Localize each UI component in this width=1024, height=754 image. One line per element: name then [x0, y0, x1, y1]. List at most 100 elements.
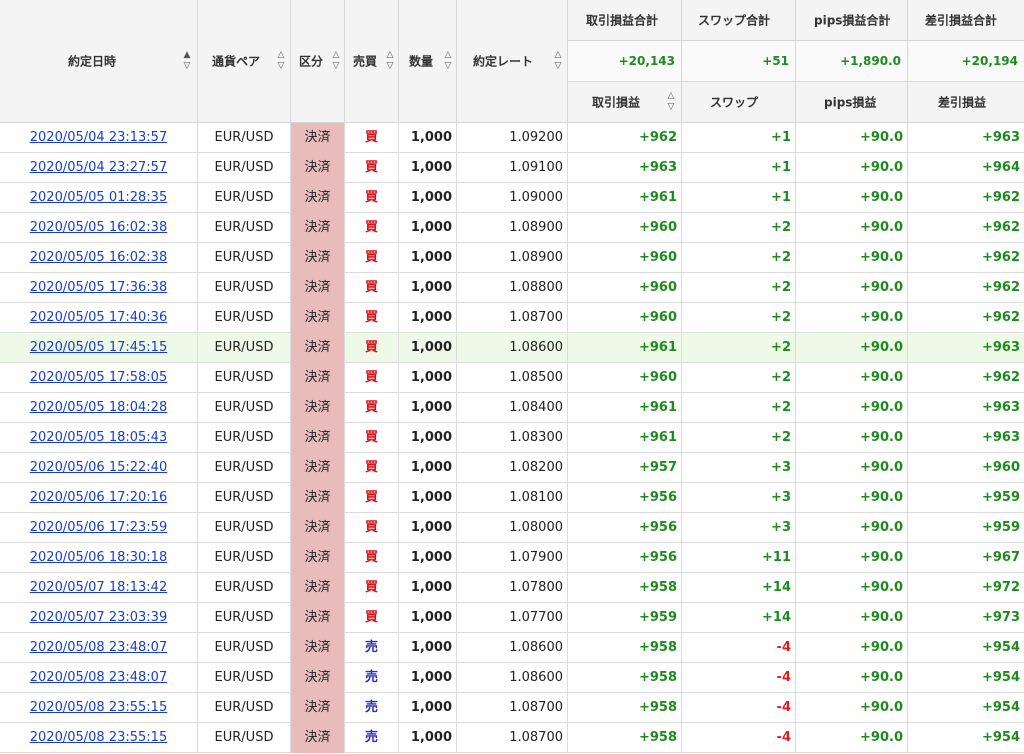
cell-net: +973	[981, 610, 1020, 625]
sort-desc-icon: ▽	[332, 61, 340, 71]
cell-net: +963	[981, 130, 1020, 145]
column-header-pair[interactable]: 通貨ペア △ ▽	[198, 0, 291, 123]
trade-date-link[interactable]: 2020/05/05 17:40:36	[30, 310, 167, 325]
cell-date: 2020/05/08 23:55:15	[0, 723, 198, 753]
cell-pair: EUR/USD	[198, 423, 291, 453]
trade-date-link[interactable]: 2020/05/06 18:30:18	[30, 550, 167, 565]
trade-date-link[interactable]: 2020/05/05 18:04:28	[30, 400, 167, 415]
table-row[interactable]: 2020/05/05 17:58:05 EUR/USD 決済買 1,000 1.0850…	[0, 363, 1024, 393]
table-row[interactable]: 2020/05/08 23:48:07 EUR/USD 決済売 1,000 1.0860…	[0, 663, 1024, 693]
table-row[interactable]: 2020/05/04 23:13:57 EUR/USD 決済買 1,000 1.0920…	[0, 123, 1024, 153]
table-row[interactable]: 2020/05/07 23:03:39 EUR/USD 決済買 1,000 1.0770…	[0, 603, 1024, 633]
cell-pl: +956	[568, 513, 682, 543]
trade-date-link[interactable]: 2020/05/04 23:27:57	[30, 160, 167, 175]
sort-asc-icon: △	[277, 50, 285, 60]
column-header-qty[interactable]: 数量 △ ▽	[399, 0, 457, 123]
table-row[interactable]: 2020/05/05 16:02:38 EUR/USD 決済買 1,000 1.0890…	[0, 243, 1024, 273]
cell-kubun: 決済	[291, 303, 345, 333]
trade-date-link[interactable]: 2020/05/06 17:20:16	[30, 490, 167, 505]
cell-kubun: 決済	[291, 213, 345, 243]
column-header-date-label: 約定日時	[68, 54, 117, 69]
table-row[interactable]: 2020/05/06 15:22:40 EUR/USD 決済買 1,000 1.0820…	[0, 453, 1024, 483]
trade-date-link[interactable]: 2020/05/05 16:02:38	[30, 220, 167, 235]
table-row[interactable]: 2020/05/06 18:30:18 EUR/USD 決済買 1,000 1.0790…	[0, 543, 1024, 573]
cell-kubun: 決済	[291, 603, 345, 633]
total-swap-value-cell: +51	[682, 41, 796, 82]
table-row[interactable]: 2020/05/07 18:13:42 EUR/USD 決済買 1,000 1.0780…	[0, 573, 1024, 603]
sort-toggle-qty[interactable]: △ ▽	[443, 50, 453, 72]
cell-kubun: 決済	[291, 333, 345, 363]
trade-date-link[interactable]: 2020/05/05 17:58:05	[30, 370, 167, 385]
cell-date: 2020/05/05 18:04:28	[0, 393, 198, 423]
sort-toggle-date[interactable]: ▲ ▽	[182, 50, 192, 72]
cell-rate: 1.09100	[457, 153, 568, 183]
cell-pl: +960	[568, 303, 682, 333]
cell-side: 買	[345, 243, 399, 273]
cell-swap: +1	[682, 123, 796, 153]
table-row[interactable]: 2020/05/08 23:55:15 EUR/USD 決済売 1,000 1.0870…	[0, 693, 1024, 723]
trade-date-link[interactable]: 2020/05/05 18:05:43	[30, 430, 167, 445]
cell-net: +962	[981, 250, 1020, 265]
table-row[interactable]: 2020/05/06 17:23:59 EUR/USD 決済買 1,000 1.0800…	[0, 513, 1024, 543]
cell-pips: +90.0	[796, 303, 908, 333]
trade-date-link[interactable]: 2020/05/05 17:36:38	[30, 280, 167, 295]
table-row[interactable]: 2020/05/04 23:27:57 EUR/USD 決済買 1,000 1.0910…	[0, 153, 1024, 183]
column-header-rate[interactable]: 約定レート △ ▽	[457, 0, 568, 123]
trade-date-link[interactable]: 2020/05/08 23:55:15	[30, 730, 167, 745]
column-header-side[interactable]: 売買 △ ▽	[345, 0, 399, 123]
cell-net: +967	[981, 550, 1020, 565]
cell-swap: +11	[682, 543, 796, 573]
table-row[interactable]: 2020/05/05 17:45:15 EUR/USD 決済買 1,000 1.0860…	[0, 333, 1024, 363]
cell-swap: +1	[682, 153, 796, 183]
cell-pips: +90.0	[796, 363, 908, 393]
cell-rate: 1.08000	[457, 513, 568, 543]
cell-pips: +90.0	[796, 333, 908, 363]
sort-toggle-side[interactable]: △ ▽	[385, 50, 395, 72]
cell-pair: EUR/USD	[198, 453, 291, 483]
sort-asc-icon: △	[667, 91, 675, 101]
cell-kubun: 決済	[291, 393, 345, 423]
sort-toggle-kubun[interactable]: △ ▽	[331, 50, 341, 72]
column-header-date[interactable]: 約定日時 ▲ ▽	[0, 0, 198, 123]
sort-toggle-pair[interactable]: △ ▽	[276, 50, 286, 72]
total-pl-value: +20,143	[618, 54, 675, 68]
sort-toggle-pl[interactable]: △ ▽	[666, 91, 676, 113]
table-row[interactable]: 2020/05/05 01:28:35 EUR/USD 決済買 1,000 1.0900…	[0, 183, 1024, 213]
cell-rate: 1.07900	[457, 543, 568, 573]
trade-date-link[interactable]: 2020/05/06 17:23:59	[30, 520, 167, 535]
cell-swap: +2	[682, 363, 796, 393]
table-row[interactable]: 2020/05/08 23:55:15 EUR/USD 決済売 1,000 1.0870…	[0, 723, 1024, 753]
column-header-kubun[interactable]: 区分 △ ▽	[291, 0, 345, 123]
trade-date-link[interactable]: 2020/05/08 23:48:07	[30, 640, 167, 655]
sort-toggle-rate[interactable]: △ ▽	[553, 50, 563, 72]
trade-date-link[interactable]: 2020/05/08 23:48:07	[30, 670, 167, 685]
table-row[interactable]: 2020/05/05 18:04:28 EUR/USD 決済買 1,000 1.0840…	[0, 393, 1024, 423]
cell-net: +963	[981, 430, 1020, 445]
cell-date: 2020/05/05 18:05:43	[0, 423, 198, 453]
cell-swap: +2	[682, 243, 796, 273]
trade-date-link[interactable]: 2020/05/05 17:45:15	[30, 340, 167, 355]
table-row[interactable]: 2020/05/05 17:40:36 EUR/USD 決済買 1,000 1.0870…	[0, 303, 1024, 333]
trade-date-link[interactable]: 2020/05/08 23:55:15	[30, 700, 167, 715]
cell-qty: 1,000	[399, 573, 457, 603]
trade-date-link[interactable]: 2020/05/07 23:03:39	[30, 610, 167, 625]
trade-date-link[interactable]: 2020/05/07 18:13:42	[30, 580, 167, 595]
trade-date-link[interactable]: 2020/05/05 16:02:38	[30, 250, 167, 265]
cell-pips: +90.0	[796, 423, 908, 453]
table-row[interactable]: 2020/05/05 16:02:38 EUR/USD 決済買 1,000 1.0890…	[0, 213, 1024, 243]
table-row[interactable]: 2020/05/05 17:36:38 EUR/USD 決済買 1,000 1.0880…	[0, 273, 1024, 303]
trade-date-link[interactable]: 2020/05/05 01:28:35	[30, 190, 167, 205]
trade-date-link[interactable]: 2020/05/04 23:13:57	[30, 130, 167, 145]
column-header-pl[interactable]: 取引損益 △ ▽	[568, 82, 682, 123]
cell-side: 買	[345, 513, 399, 543]
cell-pl: +963	[568, 153, 682, 183]
table-row[interactable]: 2020/05/06 17:20:16 EUR/USD 決済買 1,000 1.0810…	[0, 483, 1024, 513]
table-row[interactable]: 2020/05/05 18:05:43 EUR/USD 決済買 1,000 1.0830…	[0, 423, 1024, 453]
table-row[interactable]: 2020/05/08 23:48:07 EUR/USD 決済売 1,000 1.0860…	[0, 633, 1024, 663]
cell-pair: EUR/USD	[198, 573, 291, 603]
trade-date-link[interactable]: 2020/05/06 15:22:40	[30, 460, 167, 475]
cell-rate: 1.08700	[457, 723, 568, 753]
cell-swap: -4	[682, 663, 796, 693]
cell-pair: EUR/USD	[198, 183, 291, 213]
cell-swap: +2	[682, 273, 796, 303]
